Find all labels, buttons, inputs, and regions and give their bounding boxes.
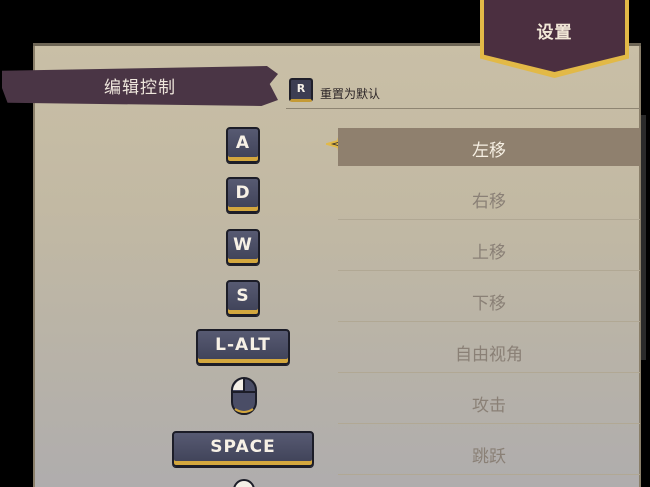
row-divider [338,219,640,220]
reset-label[interactable]: 重置为默认 [320,85,380,102]
row-divider [338,321,640,322]
key-w-button[interactable]: W [226,229,260,265]
action-label: 右移 [472,192,506,212]
scrollbar[interactable] [641,115,646,360]
header-divider [286,108,640,109]
settings-title: 设置 [536,23,573,43]
key-space-button[interactable]: SPACE [172,431,314,467]
binding-row-jump[interactable]: 跳跃 [338,434,640,472]
reset-key-button[interactable]: R [289,78,313,102]
key-d-button[interactable]: D [226,177,260,213]
action-label: 下移 [472,294,506,314]
binding-row-move-up[interactable]: 上移 [338,230,640,268]
key-l-alt-button[interactable]: L-ALT [196,329,290,365]
action-label: 左移 [472,141,506,161]
key-s-button[interactable]: S [226,280,260,316]
row-divider [338,270,640,271]
binding-row-attack[interactable]: 攻击 [338,383,640,421]
section-title: 编辑控制 [104,78,176,98]
binding-row-move-down[interactable]: 下移 [338,281,640,319]
binding-row-move-left[interactable]: 左移 [338,128,640,166]
binding-row-move-right[interactable]: 右移 [338,179,640,217]
mouse-partial-icon [233,479,255,487]
action-label: 攻击 [472,396,506,416]
action-label: 自由视角 [455,345,523,365]
row-divider [338,423,640,424]
binding-row-free-camera[interactable]: 自由视角 [338,332,640,370]
row-divider [338,474,640,475]
action-label: 上移 [472,243,506,263]
row-divider [338,372,640,373]
action-label: 跳跃 [472,447,506,467]
key-a-button[interactable]: A [226,127,260,163]
mouse-left-icon[interactable] [229,376,259,416]
